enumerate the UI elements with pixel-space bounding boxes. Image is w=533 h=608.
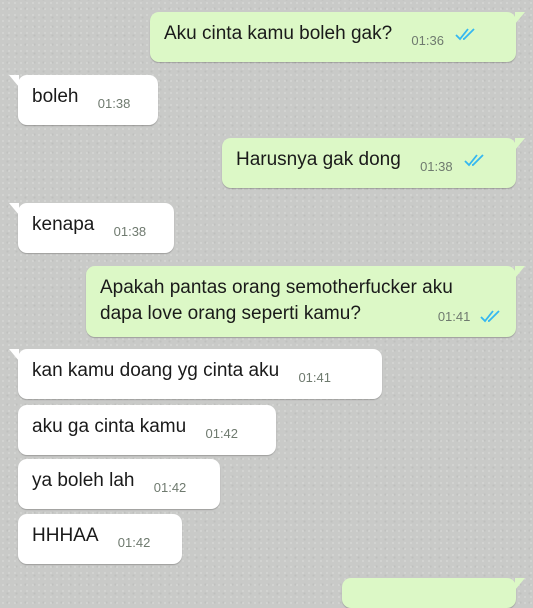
- message-bubble-incoming[interactable]: kan kamu doang yg cinta aku 01:41: [9, 349, 382, 399]
- message-time: 01:38: [97, 96, 131, 111]
- message-text: aku ga cinta kamu: [32, 416, 187, 437]
- message-bubble-incoming[interactable]: kenapa 01:38: [9, 203, 174, 253]
- message-bubble-outgoing[interactable]: Apakah pantas orang semotherfucker aku d…: [86, 266, 525, 337]
- message-text: Harusnya gak dong: [236, 149, 401, 170]
- message-text: ya boleh lah: [32, 470, 135, 491]
- message-time: 01:42: [205, 426, 239, 441]
- message-time: 01:41: [437, 309, 471, 324]
- message-time: 01:42: [117, 535, 151, 550]
- message-time: 01:38: [113, 224, 147, 239]
- double-check-icon: [480, 310, 500, 323]
- message-time: 01:38: [420, 159, 453, 174]
- message-bubble-outgoing-partial[interactable]: [342, 578, 525, 608]
- message-bubble-outgoing[interactable]: Aku cinta kamu boleh gak? 01:36: [150, 12, 525, 62]
- message-bubble-incoming[interactable]: ya boleh lah 01:42: [18, 459, 220, 509]
- message-text: boleh: [32, 86, 79, 107]
- message-bubble-incoming[interactable]: aku ga cinta kamu 01:42: [18, 405, 276, 455]
- message-text-line-1: Apakah pantas orang semotherfucker aku: [100, 277, 453, 298]
- message-text-line-2: dapa love orang seperti kamu?: [100, 303, 361, 324]
- message-text: kan kamu doang yg cinta aku: [32, 360, 280, 381]
- message-text: Aku cinta kamu boleh gak?: [164, 23, 393, 44]
- message-meta: 01:41: [438, 304, 504, 329]
- message-time: 01:42: [153, 480, 187, 495]
- message-time: 01:36: [411, 33, 444, 48]
- message-bubble-outgoing[interactable]: Harusnya gak dong 01:38: [222, 138, 525, 188]
- message-bubble-incoming[interactable]: boleh 01:38: [9, 75, 158, 125]
- double-check-icon: [464, 154, 484, 167]
- double-check-icon: [455, 28, 475, 41]
- message-text: HHHAA: [32, 525, 99, 546]
- message-time: 01:41: [298, 370, 331, 385]
- message-bubble-incoming[interactable]: HHHAA 01:42: [18, 514, 182, 564]
- message-text: kenapa: [32, 214, 95, 235]
